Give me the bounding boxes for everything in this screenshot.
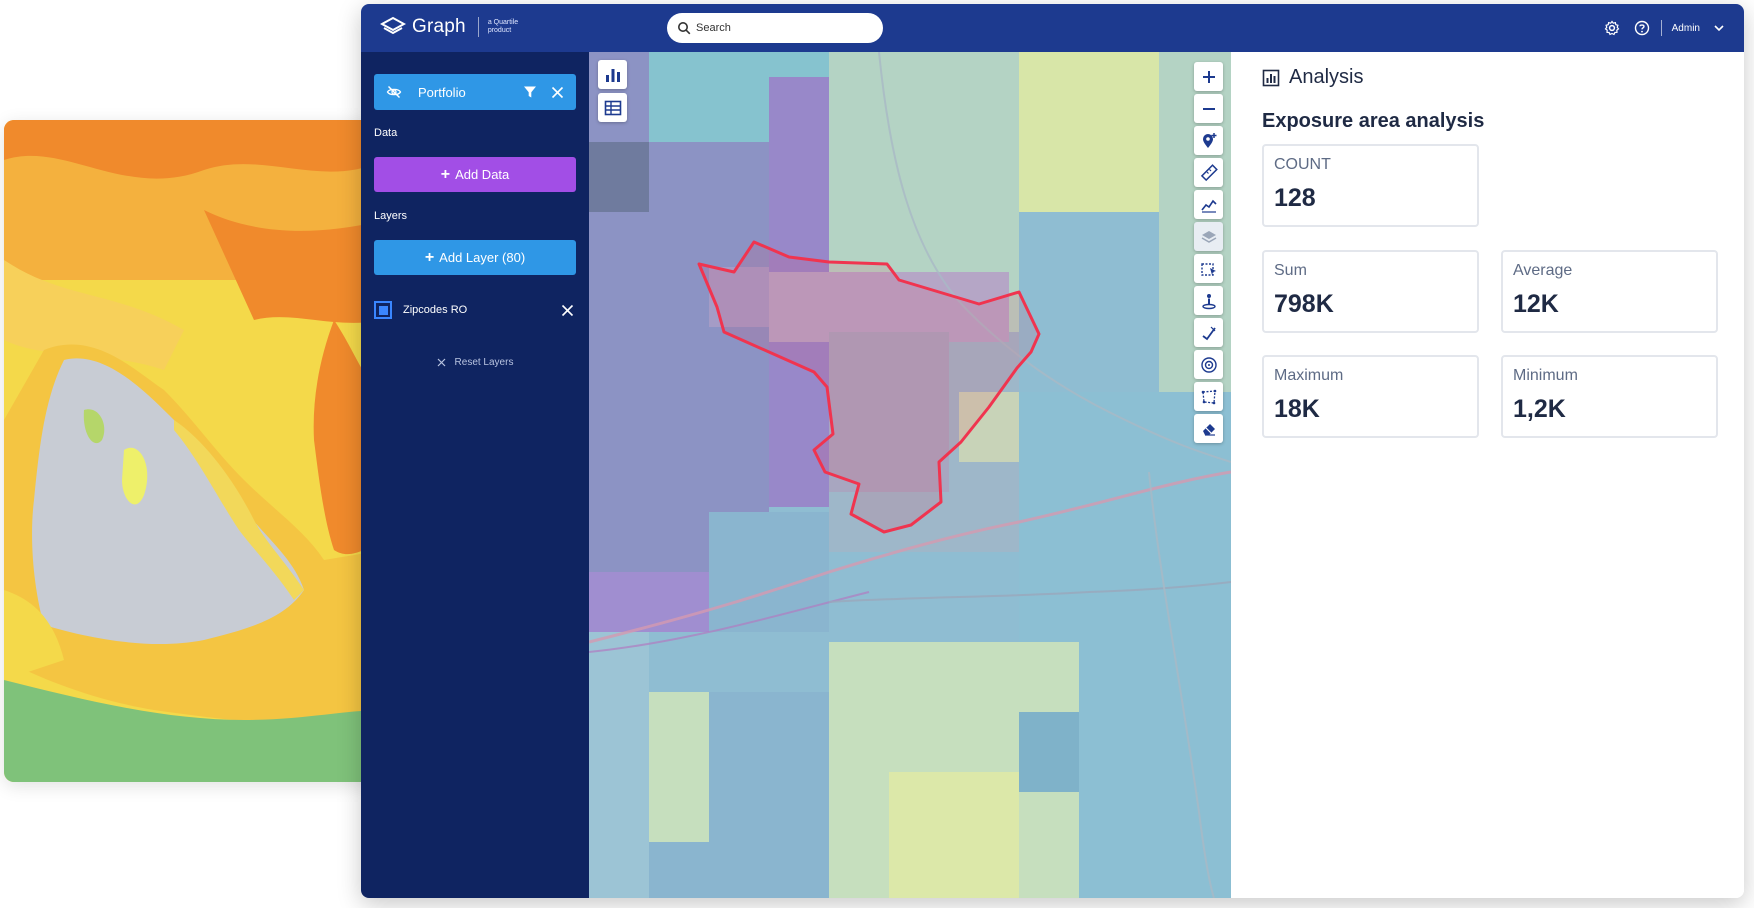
- eraser-button[interactable]: [1194, 414, 1223, 443]
- stat-value: 128: [1274, 184, 1316, 212]
- plus-icon: +: [440, 165, 451, 183]
- check-edit-icon: [1201, 326, 1216, 340]
- stat-label: Maximum: [1274, 367, 1344, 384]
- person-pin-button[interactable]: [1194, 286, 1223, 315]
- close-icon[interactable]: [551, 86, 564, 99]
- stat-value: 798K: [1274, 290, 1334, 318]
- bar-chart-icon: [605, 68, 620, 82]
- logo-icon: [380, 16, 406, 35]
- person-pin-icon: [1201, 293, 1216, 309]
- layer-label: Zipcodes RO: [403, 304, 468, 316]
- radius-button[interactable]: [1194, 350, 1223, 379]
- analysis-header: Analysis: [1262, 66, 1363, 89]
- analysis-subtitle: Exposure area analysis: [1262, 110, 1485, 132]
- chevron-down-icon[interactable]: [1712, 21, 1726, 35]
- layers-icon: [1201, 230, 1216, 243]
- map-tiles: [589, 52, 1231, 898]
- edit-button[interactable]: [1194, 318, 1223, 347]
- table-view-button[interactable]: [598, 93, 627, 122]
- filter-icon[interactable]: [523, 85, 537, 99]
- add-layer-label: Add Layer (80): [439, 250, 526, 265]
- stat-card-maximum: Maximum 18K: [1262, 355, 1479, 438]
- stat-card-average: Average 12K: [1501, 250, 1718, 333]
- polygon-button[interactable]: [1194, 382, 1223, 411]
- zoom-out-button[interactable]: [1194, 94, 1223, 123]
- analysis-icon: [1262, 69, 1280, 86]
- checkbox-checked-mark: [378, 305, 388, 315]
- app-name: Graph: [412, 16, 466, 37]
- app-window: Graph a Quartile product Search Admin Po…: [361, 4, 1744, 898]
- plus-icon: +: [424, 248, 435, 266]
- portfolio-label: Portfolio: [418, 84, 466, 100]
- sidebar: Portfolio Data + Add Data Layers + Add L…: [361, 52, 589, 898]
- zoom-in-icon: [1202, 70, 1215, 83]
- search-placeholder: Search: [696, 22, 731, 34]
- search-input[interactable]: Search: [667, 13, 883, 43]
- select-area-icon: [1200, 262, 1216, 276]
- stat-label: Minimum: [1513, 367, 1578, 384]
- zoom-in-button[interactable]: [1194, 62, 1223, 91]
- stat-card-minimum: Minimum 1,2K: [1501, 355, 1718, 438]
- stat-card-sum: Sum 798K: [1262, 250, 1479, 333]
- add-data-button[interactable]: + Add Data: [374, 157, 576, 192]
- table-icon: [604, 100, 621, 115]
- app-tagline: a Quartile product: [487, 19, 519, 34]
- eye-off-icon[interactable]: [386, 84, 402, 100]
- user-name[interactable]: Admin: [1672, 23, 1700, 34]
- map-canvas[interactable]: [589, 52, 1231, 898]
- measure-button[interactable]: [1194, 158, 1223, 187]
- eraser-icon: [1202, 423, 1215, 436]
- stat-card-count: COUNT 128: [1262, 144, 1479, 227]
- close-icon[interactable]: [561, 304, 574, 317]
- polygon-icon: [1201, 389, 1216, 404]
- reset-layers-label: Reset Layers: [454, 357, 514, 368]
- stat-label: Sum: [1274, 262, 1307, 279]
- background-heatmap: [4, 120, 384, 782]
- target-icon: [1200, 356, 1217, 373]
- topbar-divider: [1660, 20, 1662, 36]
- layers-heading: Layers: [374, 210, 408, 222]
- stat-value: 12K: [1513, 290, 1559, 318]
- layer-checkbox[interactable]: [374, 301, 392, 319]
- chart-view-button[interactable]: [598, 60, 627, 89]
- search-icon: [678, 22, 691, 35]
- layer-item[interactable]: Zipcodes RO: [374, 300, 576, 320]
- settings-icon[interactable]: [1603, 19, 1621, 37]
- help-icon[interactable]: [1633, 19, 1651, 37]
- select-area-button[interactable]: [1194, 254, 1223, 283]
- data-heading: Data: [374, 127, 398, 139]
- logo-divider: [477, 17, 479, 37]
- top-bar: Graph a Quartile product Search Admin: [361, 4, 1744, 52]
- add-data-label: Add Data: [455, 167, 510, 182]
- line-chart-icon: [1200, 199, 1217, 213]
- add-pin-button[interactable]: [1194, 126, 1223, 155]
- line-chart-button[interactable]: [1194, 190, 1223, 219]
- app-logo[interactable]: Graph a Quartile product: [380, 16, 538, 38]
- zoom-out-icon: [1202, 107, 1215, 110]
- pin-add-icon: [1202, 132, 1216, 148]
- ruler-icon: [1200, 163, 1218, 181]
- add-layer-button[interactable]: + Add Layer (80): [374, 240, 576, 275]
- portfolio-selector[interactable]: Portfolio: [374, 74, 576, 110]
- layers-button[interactable]: [1194, 222, 1223, 251]
- reset-layers-button[interactable]: Reset Layers: [361, 357, 589, 368]
- stat-label: Average: [1513, 262, 1573, 279]
- close-icon: [437, 358, 445, 367]
- analysis-title: Analysis: [1289, 66, 1364, 88]
- stat-label: COUNT: [1274, 156, 1331, 173]
- stat-value: 1,2K: [1513, 395, 1566, 423]
- analysis-panel: Analysis Exposure area analysis COUNT 12…: [1236, 52, 1744, 898]
- stat-value: 18K: [1274, 395, 1320, 423]
